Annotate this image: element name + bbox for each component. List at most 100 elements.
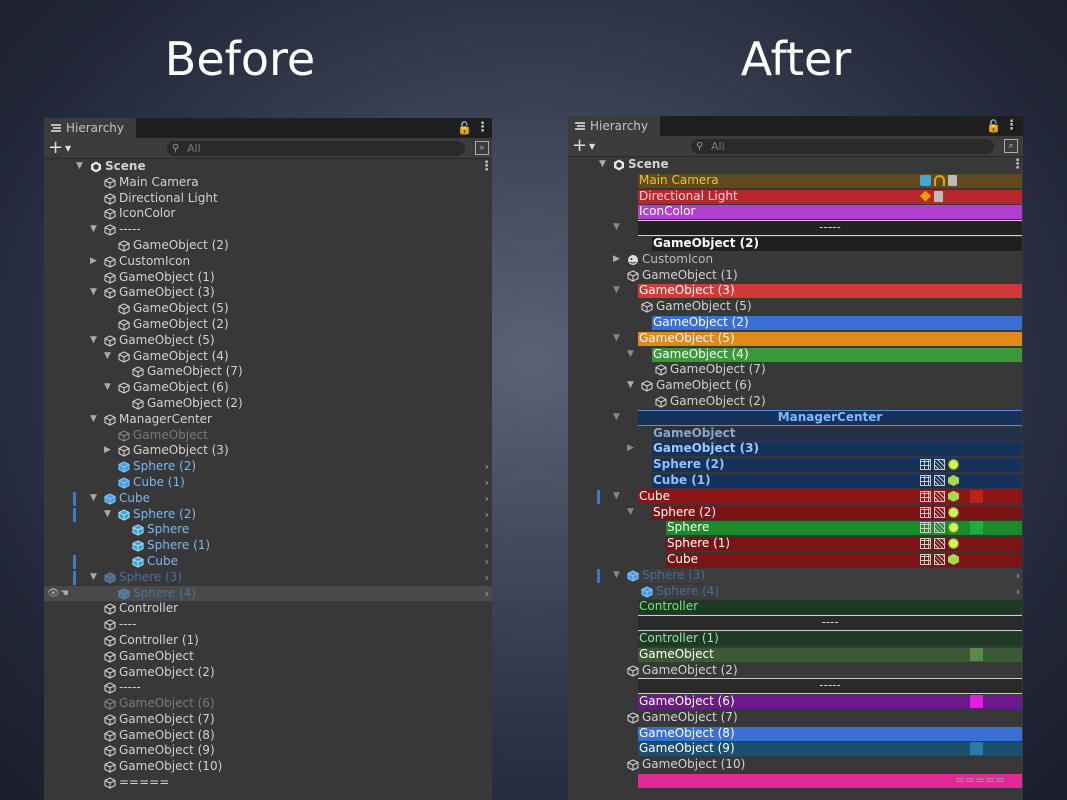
- chevron-right-icon[interactable]: ›: [1016, 584, 1020, 600]
- tree-row[interactable]: Sphere (2): [568, 457, 1023, 473]
- chevron-down-icon[interactable]: ▼: [65, 144, 71, 153]
- tree-row[interactable]: GameObject (6): [44, 696, 492, 712]
- tree-row[interactable]: Sphere (1): [568, 536, 1023, 552]
- tree-row[interactable]: ▼ -----: [44, 222, 492, 238]
- tree-row[interactable]: GameObject (7): [44, 364, 492, 380]
- tree-row[interactable]: GameObject (5): [44, 301, 492, 317]
- expand-arrow-icon[interactable]: ▼: [613, 489, 620, 505]
- tree-row[interactable]: GameObject (7): [44, 712, 492, 728]
- tree-row[interactable]: Controller: [44, 601, 492, 617]
- expand-arrow-icon[interactable]: ▼: [90, 333, 97, 349]
- search-input[interactable]: ⚲ All: [691, 139, 994, 154]
- tree-row[interactable]: ▶ GameObject (3): [568, 441, 1023, 457]
- search-input[interactable]: ⚲ All: [167, 141, 465, 156]
- hierarchy-tab[interactable]: Hierarchy: [568, 116, 660, 136]
- expand-arrow-icon[interactable]: ▼: [104, 349, 111, 365]
- tree-row[interactable]: Directional Light: [568, 189, 1023, 205]
- chevron-down-icon[interactable]: ▼: [589, 142, 595, 151]
- tree-row[interactable]: GameObject (5): [568, 299, 1023, 315]
- tree-row[interactable]: ▼ Scene ⋮: [44, 159, 492, 175]
- tree-row[interactable]: GameObject (10): [568, 757, 1023, 773]
- tree-row[interactable]: GameObject (2): [568, 315, 1023, 331]
- tree-row[interactable]: ▼ Sphere (3) ›: [44, 570, 492, 586]
- tree-row[interactable]: GameObject: [44, 428, 492, 444]
- tree-row[interactable]: GameObject (2): [568, 236, 1023, 252]
- tree-row[interactable]: Sphere ›: [44, 522, 492, 538]
- chevron-right-icon[interactable]: ›: [485, 459, 489, 475]
- expand-arrow-icon[interactable]: ▼: [613, 410, 620, 426]
- tree-row[interactable]: ▼ GameObject (3): [44, 285, 492, 301]
- tree-row[interactable]: ▶ CustomIcon: [44, 254, 492, 270]
- tree-row[interactable]: Directional Light: [44, 191, 492, 207]
- tree-row[interactable]: ▼ GameObject (4): [44, 349, 492, 365]
- find-references-icon[interactable]: ⌕: [1004, 139, 1018, 153]
- tree-row[interactable]: Sphere (1) ›: [44, 538, 492, 554]
- add-icon[interactable]: +: [572, 135, 587, 156]
- tree-row[interactable]: IconColor: [568, 204, 1023, 220]
- expand-arrow-icon[interactable]: ▼: [599, 157, 606, 173]
- tree-row[interactable]: Sphere: [568, 520, 1023, 536]
- tree-row[interactable]: =====: [568, 773, 1023, 789]
- menu-icon[interactable]: ⋮: [476, 120, 489, 135]
- chevron-right-icon[interactable]: ›: [485, 522, 489, 538]
- expand-arrow-icon[interactable]: ▼: [104, 380, 111, 396]
- expand-arrow-icon[interactable]: ▼: [90, 570, 97, 586]
- hierarchy-tab[interactable]: Hierarchy: [44, 118, 136, 138]
- tree-row[interactable]: ----: [44, 617, 492, 633]
- tree-row[interactable]: GameObject (6): [568, 694, 1023, 710]
- tree-row[interactable]: ▼ Sphere (2) ›: [44, 507, 492, 523]
- tree-row[interactable]: ▼ GameObject (3): [568, 283, 1023, 299]
- tree-row[interactable]: ▼ GameObject (6): [44, 380, 492, 396]
- collapse-arrow-icon[interactable]: ▶: [104, 443, 111, 459]
- tree-row[interactable]: GameObject: [568, 426, 1023, 442]
- chevron-right-icon[interactable]: ›: [1016, 568, 1020, 584]
- tree-row[interactable]: GameObject (7): [568, 710, 1023, 726]
- tree-row[interactable]: ▼ ManagerCenter: [568, 409, 1023, 426]
- tree-row[interactable]: Cube ›: [44, 554, 492, 570]
- expand-arrow-icon[interactable]: ▼: [613, 568, 620, 584]
- scene-menu-icon[interactable]: ⋮: [480, 159, 492, 175]
- tree-row[interactable]: Controller (1): [568, 631, 1023, 647]
- lock-icon[interactable]: 🔓: [986, 119, 1001, 133]
- tree-row[interactable]: GameObject (2): [568, 663, 1023, 679]
- lock-icon[interactable]: 🔓: [457, 121, 472, 135]
- expand-arrow-icon[interactable]: ▼: [76, 159, 83, 175]
- tree-row[interactable]: GameObject (1): [44, 270, 492, 286]
- chevron-right-icon[interactable]: ›: [485, 538, 489, 554]
- expand-arrow-icon[interactable]: ▼: [90, 412, 97, 428]
- tree-row[interactable]: Controller (1): [44, 633, 492, 649]
- tree-row[interactable]: ▼ GameObject (5): [568, 331, 1023, 347]
- tree-row[interactable]: ▶ GameObject (3): [44, 443, 492, 459]
- chevron-right-icon[interactable]: ›: [485, 491, 489, 507]
- tree-row[interactable]: GameObject (1): [568, 268, 1023, 284]
- tree-row[interactable]: Main Camera: [44, 175, 492, 191]
- expand-arrow-icon[interactable]: ▼: [627, 505, 634, 521]
- tree-row[interactable]: ----: [568, 615, 1023, 631]
- tree-row[interactable]: ▼ GameObject (5): [44, 333, 492, 349]
- expand-arrow-icon[interactable]: ▼: [104, 507, 111, 523]
- tree-row[interactable]: Cube (1): [568, 473, 1023, 489]
- tree-row[interactable]: GameObject (2): [44, 665, 492, 681]
- tree-row[interactable]: GameObject: [568, 647, 1023, 663]
- collapse-arrow-icon[interactable]: ▶: [627, 441, 634, 457]
- tree-row[interactable]: ▼ -----: [568, 220, 1023, 236]
- eye-icon[interactable]: 👁: [47, 586, 60, 602]
- menu-icon[interactable]: ⋮: [1005, 118, 1018, 133]
- tree-row[interactable]: Cube (1) ›: [44, 475, 492, 491]
- tree-row[interactable]: GameObject: [44, 649, 492, 665]
- expand-arrow-icon[interactable]: ▼: [90, 491, 97, 507]
- chevron-right-icon[interactable]: ›: [485, 475, 489, 491]
- chevron-right-icon[interactable]: ›: [485, 586, 489, 602]
- tree-row[interactable]: ▼ ManagerCenter: [44, 412, 492, 428]
- tree-row[interactable]: GameObject (8): [44, 728, 492, 744]
- expand-arrow-icon[interactable]: ▼: [613, 331, 620, 347]
- tree-row[interactable]: GameObject (10): [44, 759, 492, 775]
- tree-row[interactable]: Main Camera: [568, 173, 1023, 189]
- tree-row[interactable]: GameObject (2): [44, 396, 492, 412]
- expand-arrow-icon[interactable]: ▼: [613, 283, 620, 299]
- chevron-right-icon[interactable]: ›: [485, 507, 489, 523]
- tree-row[interactable]: =====: [44, 775, 492, 791]
- tree-row[interactable]: ▼ Sphere (3) ›: [568, 568, 1023, 584]
- expand-arrow-icon[interactable]: ▼: [613, 220, 620, 236]
- tree-row[interactable]: Controller: [568, 599, 1023, 615]
